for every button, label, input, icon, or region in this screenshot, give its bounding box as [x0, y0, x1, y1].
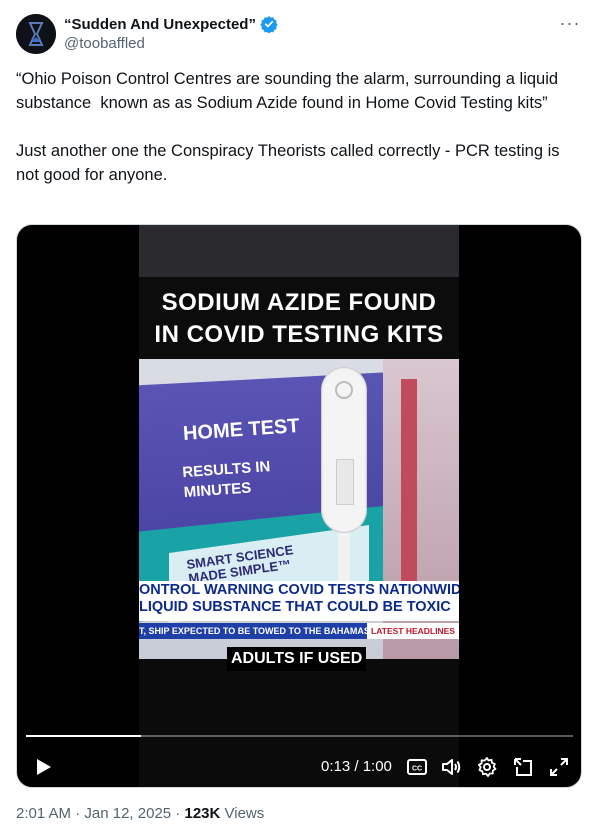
tweet-date[interactable]: Jan 12, 2025 [84, 805, 171, 822]
captions-icon[interactable]: CC [405, 755, 429, 779]
time-display: 0:13 / 1:00 [321, 758, 392, 775]
overlay-title-line2: IN COVID TESTING KITS [154, 321, 444, 348]
ticker-text: T, SHIP EXPECTED TO BE TOWED TO THE BAHA… [139, 626, 370, 636]
views-count: 123K [184, 805, 221, 822]
tweet-text: “Ohio Poison Control Centres are soundin… [16, 70, 560, 184]
author-handle[interactable]: @toobaffled [64, 35, 145, 52]
video-frame: SODIUM AZIDE FOUND IN COVID TESTING KITS… [139, 225, 459, 787]
svg-text:CC: CC [412, 766, 422, 773]
fullscreen-icon[interactable] [547, 755, 571, 779]
test-device-window [336, 459, 354, 505]
video-controls: 0:13 / 1:00 CC [17, 749, 581, 785]
more-icon[interactable]: ··· [558, 14, 582, 36]
settings-gear-icon[interactable] [475, 755, 499, 779]
ticker-tag: LATEST HEADLINES [367, 623, 459, 639]
video-overlay-title: SODIUM AZIDE FOUND IN COVID TESTING KITS [139, 287, 459, 351]
avatar[interactable] [16, 14, 56, 54]
test-device-logo [335, 381, 353, 399]
video-subtitle: ADULTS IF USED [227, 647, 367, 671]
tweet-header: “Sudden And Unexpected” @toobaffled ··· [16, 12, 586, 56]
verified-badge-icon [260, 15, 278, 34]
overlay-title-line1: SODIUM AZIDE FOUND [161, 289, 437, 316]
views-label: Views [224, 805, 265, 822]
progress-fill [26, 735, 141, 737]
video-top-band [139, 225, 459, 277]
volume-icon[interactable] [439, 755, 463, 779]
tweet-meta: 2:01 AM · Jan 12, 2025 · 123K Views [16, 805, 264, 822]
meta-separator-2: · [171, 805, 185, 822]
display-name[interactable]: “Sudden And Unexpected” [64, 16, 256, 33]
tweet-time[interactable]: 2:01 AM [16, 805, 71, 822]
author-name-row[interactable]: “Sudden And Unexpected” [64, 15, 278, 34]
meta-separator: · [71, 805, 85, 822]
picture-in-picture-icon[interactable] [511, 755, 535, 779]
lower-third-line1: ONTROL WARNING COVID TESTS NATIONWIDE [139, 582, 459, 598]
background-stripe [401, 379, 417, 609]
video-player[interactable]: SODIUM AZIDE FOUND IN COVID TESTING KITS… [16, 224, 582, 788]
play-icon[interactable] [31, 755, 55, 779]
progress-bar[interactable] [26, 735, 573, 737]
box-text-results: RESULTS IN MINUTES [181, 458, 271, 502]
lower-third-line2: LIQUID SUBSTANCE THAT COULD BE TOXIC [139, 599, 451, 615]
